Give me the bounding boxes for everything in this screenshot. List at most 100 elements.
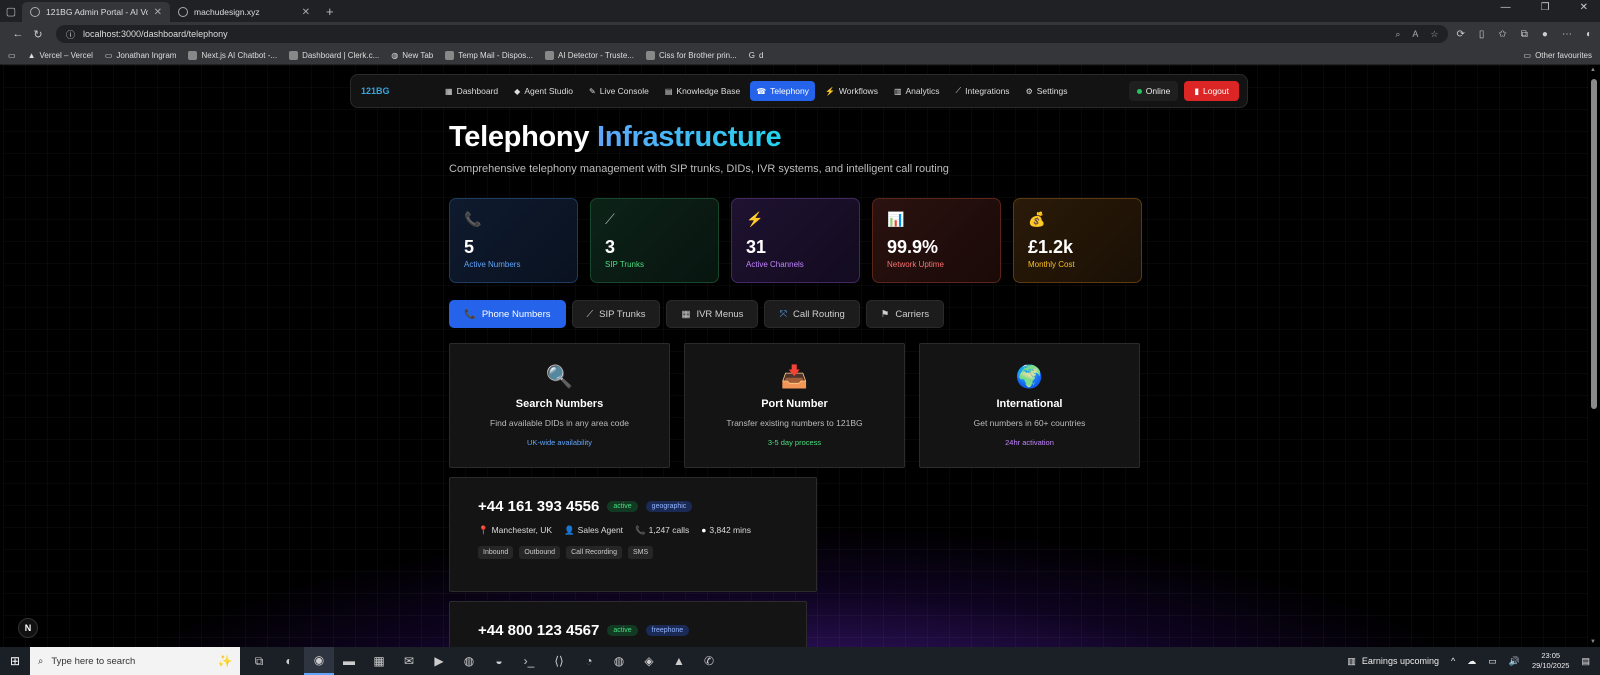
youtube-icon[interactable]: ▶ [424,647,454,675]
search-highlight-icon[interactable]: ✨ [210,647,240,675]
tab-ivr-menus[interactable]: ▦ IVR Menus [666,300,759,328]
scroll-up-icon[interactable]: ▲ [1590,67,1596,73]
more-menu-icon[interactable]: ⋯ [1562,29,1572,40]
split-screen-icon[interactable]: ▯ [1479,29,1485,40]
tab-carriers[interactable]: ⚑ Carriers [865,300,945,328]
clock[interactable]: 23:05 29/10/2025 [1532,651,1570,671]
azure-icon[interactable]: ▲ [664,647,694,675]
bookmarks-toggle-icon[interactable]: ▭ [8,51,16,60]
mail-icon[interactable]: ✉ [394,647,424,675]
read-aloud-icon[interactable]: A [1412,29,1418,40]
file-explorer-icon[interactable]: ▬ [334,647,364,675]
port-number-card[interactable]: 📥 Port Number Transfer existing numbers … [684,343,905,468]
copilot-icon[interactable]: ◐ [1586,29,1592,40]
nav-item-dashboard[interactable]: ▦ Dashboard [439,81,504,101]
user-icon: 👤 [564,525,575,535]
keypad-icon: ▦ [681,308,691,320]
powershell-icon[interactable]: ›_ [514,647,544,675]
bookmark-item[interactable]: ▭ Jonathan Ingram [105,51,177,60]
stat-label: SIP Trunks [605,260,644,269]
book-icon: ▤ [664,86,673,96]
folder-icon: ▭ [104,50,113,60]
taskbar-search[interactable]: ⌕ Type here to search [30,647,210,675]
app-icon[interactable]: ◈ [634,647,664,675]
chrome-icon[interactable]: ◍ [454,647,484,675]
vscode-icon[interactable]: ⟨⟩ [544,647,574,675]
logout-icon: ▮ [1194,85,1199,96]
edge-app-icon[interactable]: ◉ [304,647,334,675]
phone-number-card[interactable]: +44 800 123 4567 active freephone [449,601,807,647]
nav-item-analytics[interactable]: ▥ Analytics [888,81,946,101]
bookmark-item[interactable]: Ciss for Brother prin... [645,50,737,60]
nav-item-agent-studio[interactable]: ◆ Agent Studio [508,81,579,101]
bookmark-item[interactable]: Next.js AI Chatbot -... [188,50,277,60]
info-icon[interactable]: ⓘ [66,28,75,41]
tab-call-routing[interactable]: ⤧ Call Routing [764,300,860,328]
scroll-thumb[interactable] [1591,79,1597,409]
refresh-extension-icon[interactable]: ⟳ [1456,29,1464,40]
bookmark-item[interactable]: Dashboard | Clerk.c... [289,50,379,60]
nextjs-devtools-button[interactable]: N [18,618,38,638]
nav-item-telephony[interactable]: ☎ Telephony [750,81,815,101]
news-widget[interactable]: ▥ Earnings upcoming [1347,656,1439,667]
tray-chevron-icon[interactable]: ^ [1451,656,1455,666]
cloud-icon[interactable]: ☁ [1467,656,1476,667]
app-icon[interactable]: ◒ [484,647,514,675]
browser-tab-inactive[interactable]: machudesign.xyz ✕ [170,2,318,22]
tab-sip-trunks[interactable]: ⟋ SIP Trunks [571,300,661,328]
task-view-icon[interactable]: ⧉ [244,647,274,675]
bookmark-item[interactable]: Temp Mail - Dispos... [445,50,533,60]
scroll-down-icon[interactable]: ▼ [1590,639,1596,645]
nav-item-live-console[interactable]: ✎ Live Console [583,81,655,101]
url-field[interactable]: ⓘ localhost:3000/dashboard/telephony ⌕ A… [56,25,1449,43]
international-card[interactable]: 🌍 International Get numbers in 60+ count… [919,343,1140,468]
tab-actions-icon[interactable]: ▢ [0,0,22,22]
collections-icon[interactable]: ⧉ [1521,29,1528,40]
nextjs-icon [188,50,198,60]
copilot-app-icon[interactable]: ◐ [274,647,304,675]
windows-start-icon[interactable]: ⊞ [0,654,30,668]
other-favourites[interactable]: ▭ Other favourites [1524,51,1592,60]
close-window-icon[interactable]: ✕ [1580,2,1588,13]
notifications-icon[interactable]: ▤ [1581,656,1590,667]
nav-item-settings[interactable]: ⚙ Settings [1020,81,1074,101]
reload-icon[interactable]: ↻ [28,28,48,41]
nav-item-integrations[interactable]: ⟋ Integrations [950,81,1016,101]
whatsapp-icon[interactable]: ✆ [694,647,724,675]
agent-icon: ◆ [514,86,521,96]
bookmark-item[interactable]: Gd [749,51,764,60]
tab-phone-numbers[interactable]: 📞 Phone Numbers [449,300,566,328]
close-icon[interactable]: ✕ [154,7,162,18]
close-icon[interactable]: ✕ [302,7,310,18]
page-scrollbar[interactable]: ▲ ▼ [1589,67,1599,645]
phone-number-card[interactable]: +44 161 393 4556 active geographic 📍 Manc… [449,477,817,592]
bookmark-item[interactable]: ◍ New Tab [391,51,433,60]
store-icon[interactable]: ▦ [364,647,394,675]
app-icon[interactable]: ◔ [574,647,604,675]
network-icon[interactable]: ▭ [1488,656,1497,667]
bookmark-item[interactable]: ▲ Vercel – Vercel [28,51,93,60]
nav-item-knowledge-base[interactable]: ▤ Knowledge Base [659,81,746,101]
browser-tab-active[interactable]: 121BG Admin Portal - AI Voice Ag ✕ [22,2,170,22]
chrome-icon[interactable]: ◍ [604,647,634,675]
routing-icon: ⤧ [779,308,788,320]
favorite-star-icon[interactable]: ☆ [1430,29,1438,40]
minimize-icon[interactable]: — [1501,2,1511,13]
feature-chip: Outbound [519,546,561,559]
logout-button[interactable]: ▮ Logout [1184,81,1239,101]
console-icon: ✎ [589,86,596,96]
zoom-icon[interactable]: ⌕ [1395,29,1400,40]
profile-avatar-icon[interactable]: ● [1542,29,1548,40]
back-arrow-icon[interactable]: ← [8,28,28,40]
restore-icon[interactable]: ❐ [1541,2,1550,13]
logo[interactable]: 121BG [359,86,439,96]
phone-number: +44 161 393 4556 [478,498,600,515]
volume-icon[interactable]: 🔊 [1509,656,1520,667]
bookmark-item[interactable]: AI Detector - Truste... [544,50,634,60]
search-numbers-card[interactable]: 🔍 Search Numbers Find available DIDs in … [449,343,670,468]
favorites-icon[interactable]: ✩ [1498,29,1506,40]
stat-value: 31 [746,237,767,257]
new-tab-plus-icon[interactable]: + [326,4,334,19]
nav-item-workflows[interactable]: ⚡ Workflows [819,81,884,101]
pin-icon: 📍 [478,525,489,535]
